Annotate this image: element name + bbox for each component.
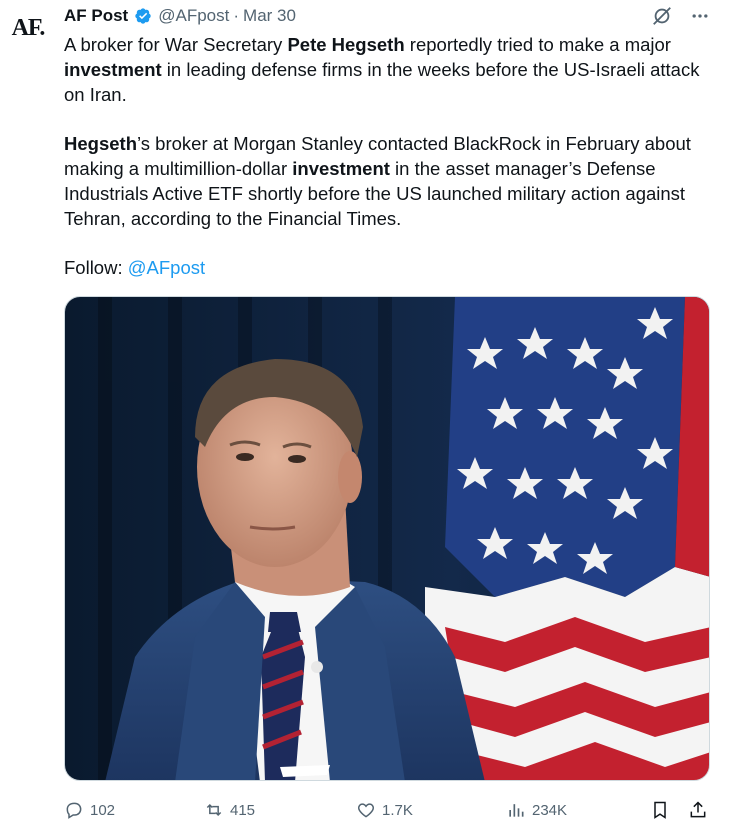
post-paragraph-2: Hegseth’s broker at Morgan Stanley conta… — [64, 131, 710, 231]
repost-icon — [206, 803, 222, 817]
follow-link[interactable]: @AFpost — [128, 257, 205, 278]
avatar[interactable]: AF. — [4, 4, 52, 52]
avatar-logo-text: AF. — [11, 14, 46, 41]
views-button[interactable]: 234K — [506, 800, 567, 820]
header-actions — [650, 4, 712, 28]
reply-count: 102 — [90, 801, 116, 819]
post-date[interactable]: Mar 30 — [243, 6, 296, 26]
text-span: A broker for War Secretary — [64, 34, 288, 55]
bold-text: investment — [292, 158, 390, 179]
author-name[interactable]: AF Post — [64, 6, 128, 26]
bold-text: Hegseth — [64, 133, 137, 154]
reply-button[interactable]: 102 — [64, 800, 115, 820]
post-paragraph-3: Follow: @AFpost — [64, 255, 710, 280]
share-button[interactable] — [688, 800, 708, 820]
repost-button[interactable]: 415 — [204, 800, 255, 820]
more-icon[interactable] — [688, 4, 712, 28]
reply-icon — [66, 802, 82, 819]
post-header: AF Post @AFpost · Mar 30 — [64, 4, 650, 28]
separator-dot: · — [233, 6, 240, 25]
like-button[interactable]: 1.7K — [356, 800, 413, 820]
like-count: 1.7K — [382, 801, 413, 819]
follow-label: Follow: — [64, 257, 128, 278]
bookmark-icon — [654, 801, 666, 819]
post-image[interactable] — [64, 296, 710, 781]
share-icon — [690, 801, 706, 818]
text-span: reportedly tried to make a major — [404, 34, 671, 55]
repost-count: 415 — [230, 801, 256, 819]
views-count: 234K — [532, 801, 568, 819]
like-icon — [357, 803, 375, 818]
verified-badge-icon — [134, 7, 152, 25]
bold-text: Pete Hegseth — [287, 34, 405, 55]
grok-icon[interactable] — [650, 4, 674, 28]
post-body: A broker for War Secretary Pete Hegseth … — [64, 32, 710, 304]
photo-illustration — [65, 297, 709, 780]
bold-text: investment — [64, 59, 162, 80]
views-icon — [509, 804, 524, 817]
post-paragraph-1: A broker for War Secretary Pete Hegseth … — [64, 32, 710, 107]
action-bar: 102 415 1.7K 234K — [64, 795, 712, 825]
author-handle[interactable]: @AFpost — [158, 6, 229, 26]
bookmark-button[interactable] — [650, 800, 670, 820]
